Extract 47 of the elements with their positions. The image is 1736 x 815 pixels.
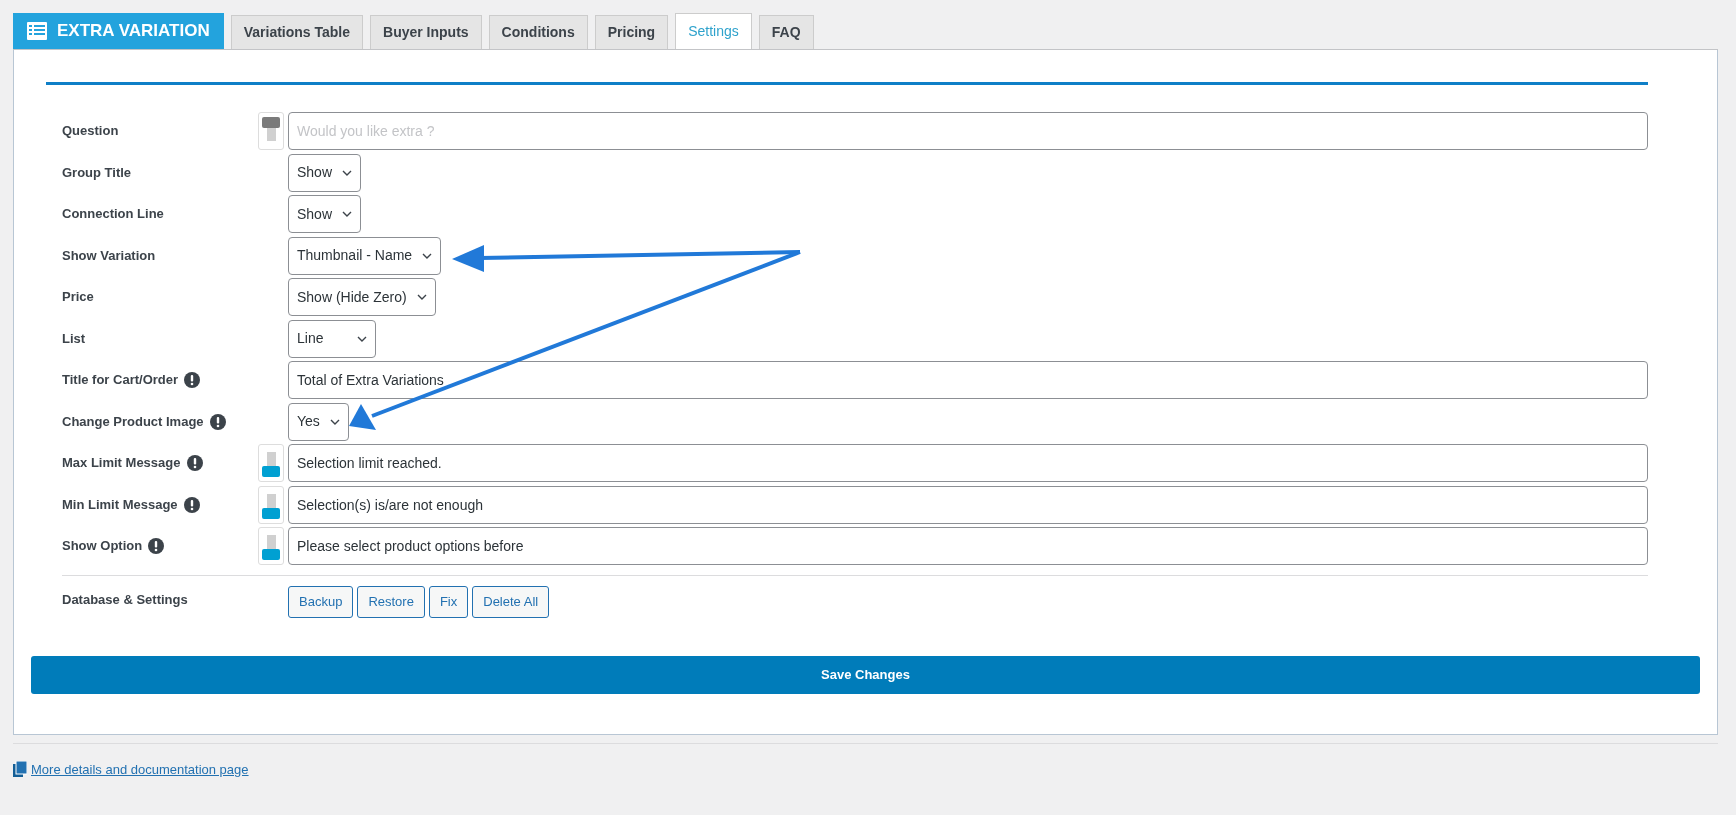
select-field[interactable]: Show xyxy=(288,153,362,192)
setting-label: Show Option xyxy=(62,537,143,556)
chevron-down-icon xyxy=(422,252,433,259)
database-button[interactable]: Backup xyxy=(288,586,354,618)
setting-label: Max Limit Message xyxy=(62,454,181,473)
select-field[interactable]: Yes xyxy=(288,402,349,441)
setting-label: Title for Cart/Order xyxy=(62,371,179,390)
select-field[interactable]: Show xyxy=(288,195,362,233)
setting-label: Database & Settings xyxy=(62,591,188,609)
chevron-down-icon xyxy=(416,294,427,300)
select-field[interactable]: Show (Hide Zero) xyxy=(288,278,436,316)
database-button[interactable]: Delete All xyxy=(472,586,550,618)
database-button[interactable]: Restore xyxy=(357,586,425,618)
setting-label: Show Variation xyxy=(62,246,156,265)
tab[interactable]: Pricing xyxy=(594,15,669,49)
setting-label: Group Title xyxy=(62,163,132,182)
tab[interactable]: Buyer Inputs xyxy=(370,15,482,49)
list-icon xyxy=(27,22,47,40)
chevron-down-icon xyxy=(342,169,353,176)
tab[interactable]: Conditions xyxy=(488,15,588,49)
setting-label: List xyxy=(62,329,86,348)
database-button[interactable]: Fix xyxy=(428,586,469,618)
text-field[interactable]: Total of Extra Variations xyxy=(288,361,1648,399)
setting-label: Price xyxy=(62,288,94,307)
chevron-down-icon xyxy=(357,335,367,342)
logo-text: EXTRA VARIATION xyxy=(57,20,210,43)
tab[interactable]: FAQ xyxy=(758,15,814,49)
tab[interactable]: Variations Table xyxy=(230,15,364,49)
select-field[interactable]: Line xyxy=(288,319,376,358)
setting-label: Change Product Image xyxy=(62,412,204,431)
toggle-switch[interactable] xyxy=(258,485,284,524)
text-field[interactable]: Please select product options before xyxy=(288,527,1648,565)
select-field[interactable]: Thumbnail - Name xyxy=(288,236,442,275)
toggle-switch[interactable] xyxy=(258,444,284,482)
toggle-switch[interactable] xyxy=(258,527,284,565)
chevron-down-icon xyxy=(342,211,353,217)
setting-label: Connection Line xyxy=(62,205,164,224)
documentation-link[interactable]: More details and documentation page xyxy=(31,759,249,779)
chevron-down-icon xyxy=(329,418,340,425)
setting-label: Question xyxy=(62,122,119,141)
document-icon xyxy=(13,761,27,778)
setting-label: Min Limit Message xyxy=(62,495,178,514)
text-field[interactable]: Would you like extra ? xyxy=(288,112,1648,150)
toggle-switch[interactable] xyxy=(258,112,284,150)
text-field[interactable]: Selection limit reached. xyxy=(288,444,1648,482)
save-changes-button[interactable]: Save Changes xyxy=(31,655,1700,694)
text-field[interactable]: Selection(s) is/are not enough xyxy=(288,485,1648,524)
